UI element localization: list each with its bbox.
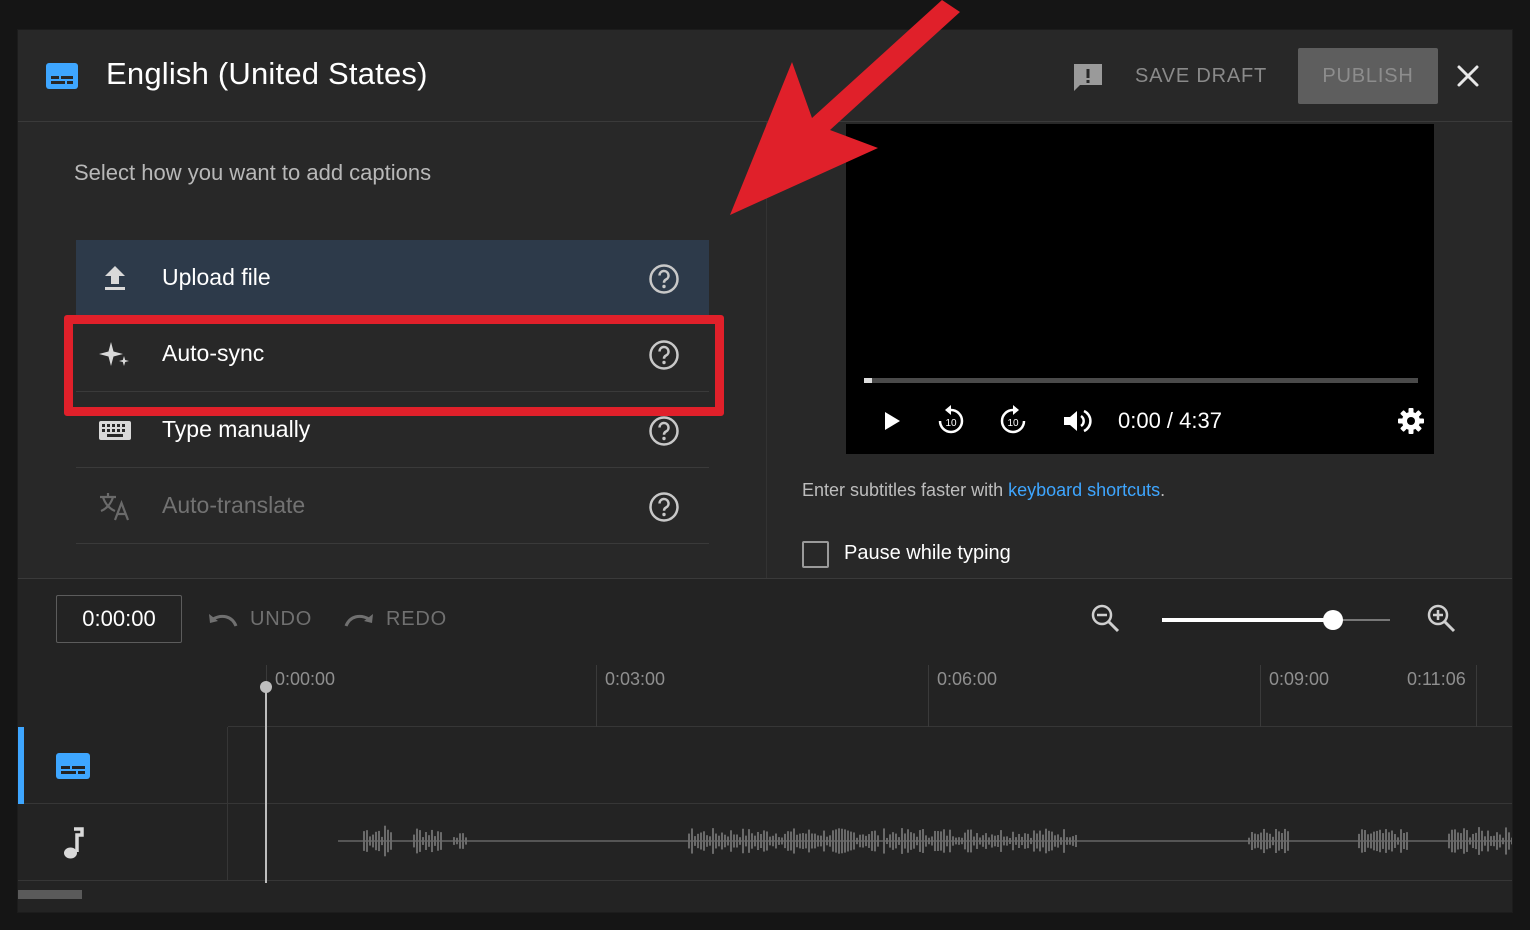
volume-icon[interactable]: [1060, 404, 1094, 438]
upload-icon: [105, 266, 125, 290]
option-label: Type manually: [162, 416, 311, 442]
highlight-annotation-box: [64, 315, 724, 416]
caption-editor-dialog: English (United States) SAVE DRAFT PUBLI…: [18, 30, 1512, 912]
hint-text: Enter subtitles faster with: [802, 480, 1009, 500]
zoom-out-icon[interactable]: [1088, 601, 1122, 635]
music-note-icon: [64, 827, 84, 859]
ruler-tick: 0:06:00: [928, 665, 997, 727]
ruler-tick: 0:11:06: [1407, 665, 1477, 727]
video-progress-bar[interactable]: [864, 378, 1418, 383]
option-label: Upload file: [162, 264, 271, 290]
dialog-title: English (United States): [106, 56, 428, 91]
redo-button[interactable]: REDO: [342, 603, 447, 635]
publish-button[interactable]: PUBLISH: [1298, 48, 1438, 104]
keyboard-shortcuts-link[interactable]: keyboard shortcuts: [1008, 480, 1160, 500]
track-selected-indicator: [18, 727, 24, 804]
zoom-in-icon[interactable]: [1424, 601, 1458, 635]
close-icon[interactable]: [1452, 60, 1484, 92]
subtitle-track[interactable]: [18, 727, 1512, 804]
track-header-column: [18, 727, 228, 881]
zoom-slider-fill: [1162, 618, 1333, 622]
ruler-label: 0:09:00: [1269, 669, 1330, 689]
option-auto-translate[interactable]: Auto-translate: [76, 468, 709, 544]
subtitles-track-icon: [56, 753, 90, 779]
option-upload-file[interactable]: Upload file: [76, 240, 709, 316]
audio-waveform: [338, 825, 1512, 857]
method-instruction: Select how you want to add captions: [74, 160, 432, 185]
ruler-label: 0:11:06: [1407, 669, 1466, 689]
undo-icon: [209, 614, 238, 627]
horizontal-scrollbar[interactable]: [18, 890, 82, 899]
playhead[interactable]: [265, 687, 267, 883]
svg-text:10: 10: [1007, 418, 1019, 429]
timeline-ruler[interactable]: 0:00:00 0:03:00 0:06:00 0:09:00 0:11:06: [228, 665, 1512, 727]
settings-gear-icon[interactable]: [1394, 404, 1428, 438]
play-icon[interactable]: [874, 404, 908, 438]
pause-while-typing-checkbox[interactable]: [802, 541, 829, 568]
forward-10-icon[interactable]: 10: [996, 404, 1030, 438]
keyboard-shortcuts-hint: Enter subtitles faster with keyboard sho…: [802, 480, 1165, 501]
video-player[interactable]: 10 10 0:00 / 4:37: [846, 124, 1434, 454]
ruler-label: 0:00:00: [275, 669, 336, 689]
timeline-editor: 0:00:00 UNDO REDO 0:00:00 0:03:00 0:06:0…: [18, 578, 1512, 912]
timecode-field[interactable]: 0:00:00: [56, 595, 182, 643]
ruler-label: 0:06:00: [937, 669, 998, 689]
panel-divider: [766, 122, 767, 578]
save-draft-button[interactable]: SAVE DRAFT: [1124, 52, 1278, 100]
video-time: 0:00 / 4:37: [1118, 408, 1222, 433]
zoom-slider-thumb[interactable]: [1323, 610, 1343, 630]
svg-text:10: 10: [945, 418, 957, 429]
zoom-slider[interactable]: [1162, 610, 1390, 630]
help-icon[interactable]: [648, 491, 680, 523]
caption-method-panel: Select how you want to add captions Uplo…: [18, 122, 766, 578]
help-icon[interactable]: [648, 263, 680, 295]
ruler-tick: 0:09:00: [1260, 665, 1329, 727]
ruler-label: 0:03:00: [605, 669, 666, 689]
help-icon[interactable]: [648, 415, 680, 447]
option-label: Auto-translate: [162, 492, 306, 518]
undo-button[interactable]: UNDO: [206, 603, 312, 635]
redo-label: REDO: [386, 607, 447, 630]
dialog-header: English (United States) SAVE DRAFT PUBLI…: [18, 30, 1512, 122]
pause-while-typing-label: Pause while typing: [844, 542, 1011, 564]
hint-suffix: .: [1160, 480, 1166, 500]
ruler-tick: 0:03:00: [596, 665, 665, 727]
keyboard-icon: [99, 421, 131, 440]
redo-icon: [344, 614, 373, 627]
undo-label: UNDO: [250, 607, 313, 630]
rewind-10-icon[interactable]: 10: [934, 404, 968, 438]
subtitles-icon: [46, 63, 78, 89]
video-progress-fill: [864, 378, 872, 383]
feedback-icon[interactable]: [1071, 61, 1105, 93]
translate-icon: [100, 493, 130, 521]
